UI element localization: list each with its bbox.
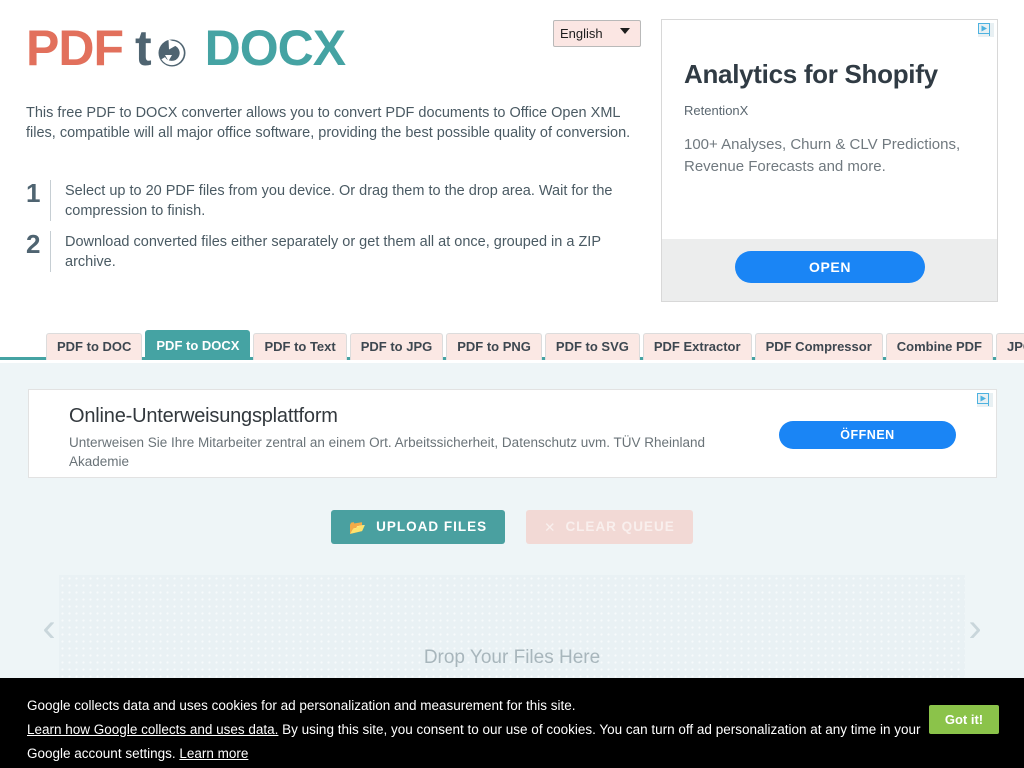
tab-pdf-compressor[interactable]: PDF Compressor <box>754 333 883 360</box>
page-header: PDF t DOCX English This free PDF to DOCX c… <box>0 0 1024 310</box>
steps-list: 1 Select up to 20 PDF files from you dev… <box>26 180 646 282</box>
refresh-circle-icon <box>152 31 192 71</box>
sidebar-advertisement[interactable]: Analytics for Shopify RetentionX 100+ An… <box>661 19 998 302</box>
chevron-right-icon[interactable]: › <box>958 603 992 653</box>
sidebar-ad-brand: RetentionX <box>684 103 749 118</box>
dropzone-label: Drop Your Files Here <box>423 647 601 668</box>
cookie-learn-how-link[interactable]: Learn how Google collects and uses data. <box>27 722 278 737</box>
upload-files-label: UPLOAD FILES <box>376 519 488 534</box>
banner-ad-open-button[interactable]: ÖFFNEN <box>779 421 956 449</box>
clear-queue-label: CLEAR QUEUE <box>565 519 675 534</box>
converter-tabbar: PDF to DOC PDF to DOCX PDF to Text PDF to J… <box>0 330 1024 360</box>
step-item: 2 Download converted files either separa… <box>26 231 646 272</box>
tab-pdf-to-svg[interactable]: PDF to SVG <box>544 333 640 360</box>
tab-pdf-to-jpg[interactable]: PDF to JPG <box>349 333 444 360</box>
step-divider <box>50 180 51 221</box>
logo-to-text: t <box>135 20 152 76</box>
step-item: 1 Select up to 20 PDF files from you dev… <box>26 180 646 221</box>
upload-files-button[interactable]: 📂 UPLOAD FILES <box>331 510 506 544</box>
cookie-consent-banner: Google collects data and uses cookies fo… <box>0 678 1024 768</box>
logo-docx-text: DOCX <box>204 20 346 76</box>
step-text: Select up to 20 PDF files from you devic… <box>65 183 613 219</box>
step-number: 1 <box>26 178 41 208</box>
sidebar-ad-open-button[interactable]: OPEN <box>735 251 925 283</box>
sidebar-ad-footer: OPEN <box>662 239 997 301</box>
tab-pdf-to-doc[interactable]: PDF to DOC <box>46 333 143 360</box>
tab-pdf-to-png[interactable]: PDF to PNG <box>446 333 542 360</box>
step-divider <box>50 231 51 272</box>
intro-paragraph: This free PDF to DOCX converter allows y… <box>26 105 631 141</box>
tab-jpg-to-pdf[interactable]: JPG to PDF <box>996 333 1024 360</box>
sidebar-ad-body: Analytics for Shopify RetentionX 100+ An… <box>662 20 997 240</box>
close-x-icon: ✕ <box>544 520 557 535</box>
banner-ad-description: Unterweisen Sie Ihre Mitarbeiter zentral… <box>69 435 706 469</box>
adchoices-icon[interactable] <box>977 393 993 407</box>
tab-pdf-to-text[interactable]: PDF to Text <box>253 333 347 360</box>
step-number: 2 <box>26 229 41 259</box>
dropzone-area: ‹ Drop Your Files Here › <box>0 575 1024 678</box>
site-logo: PDF t DOCX <box>26 18 346 78</box>
banner-ad-title: Online-Unterweisungsplattform <box>69 405 338 427</box>
logo-pdf-text: PDF <box>26 20 124 76</box>
step-text: Download converted files either separate… <box>65 234 601 270</box>
cookie-consent-text: Google collects data and uses cookies fo… <box>27 694 922 766</box>
action-buttons: 📂 UPLOAD FILES ✕ CLEAR QUEUE <box>0 510 1024 544</box>
sidebar-ad-title: Analytics for Shopify <box>684 59 938 89</box>
language-select[interactable]: English <box>553 20 641 47</box>
tab-pdf-extractor[interactable]: PDF Extractor <box>642 333 752 360</box>
folder-open-icon: 📂 <box>349 520 368 535</box>
converter-workspace: Online-Unterweisungsplattform Unterweise… <box>0 363 1024 678</box>
banner-advertisement[interactable]: Online-Unterweisungsplattform Unterweise… <box>28 389 997 478</box>
page-root: PDF t DOCX English This free PDF to DOCX c… <box>0 0 1024 768</box>
tab-combine-pdf[interactable]: Combine PDF <box>885 333 993 360</box>
clear-queue-button[interactable]: ✕ CLEAR QUEUE <box>526 510 693 544</box>
cookie-learn-more-link[interactable]: Learn more <box>179 746 248 761</box>
sidebar-ad-description: 100+ Analyses, Churn & CLV Predictions, … <box>684 136 961 175</box>
tab-pdf-to-docx[interactable]: PDF to DOCX <box>145 330 251 360</box>
cookie-got-it-button[interactable]: Got it! <box>929 705 999 734</box>
cookie-line-1: Google collects data and uses cookies fo… <box>27 698 576 713</box>
file-dropzone[interactable]: Drop Your Files Here <box>59 575 965 678</box>
